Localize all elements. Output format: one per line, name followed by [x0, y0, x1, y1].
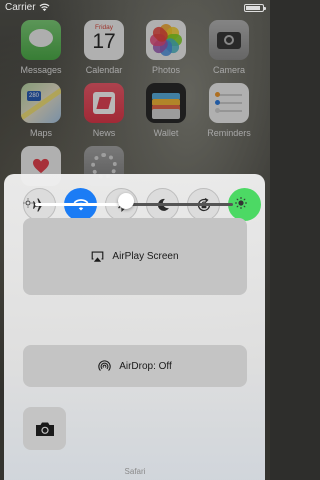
battery-icon [244, 4, 266, 12]
airplay-icon [92, 251, 104, 262]
camera-icon [35, 422, 54, 436]
control-center: AirPlay Screen AirDrop: Off [4, 174, 265, 480]
camera-shortcut-button[interactable] [23, 407, 66, 450]
app-switcher-hint: Safari [124, 467, 146, 476]
airdrop-label: AirDrop: Off [119, 360, 172, 372]
status-bar: Carrier [0, 0, 270, 16]
airplay-label: AirPlay Screen [112, 251, 179, 262]
brightness-knob[interactable] [118, 193, 135, 209]
airdrop-icon [98, 359, 111, 371]
wifi-status-icon [39, 3, 50, 12]
brightness-track[interactable] [35, 203, 233, 206]
brightness-slider[interactable] [21, 193, 247, 210]
airplay-button[interactable]: AirPlay Screen [23, 218, 247, 295]
brightness-high-icon [235, 197, 247, 209]
airdrop-button[interactable]: AirDrop: Off [23, 345, 247, 387]
carrier-label: Carrier [5, 2, 36, 13]
brightness-low-icon [23, 198, 33, 208]
brightness-fill [35, 203, 127, 206]
